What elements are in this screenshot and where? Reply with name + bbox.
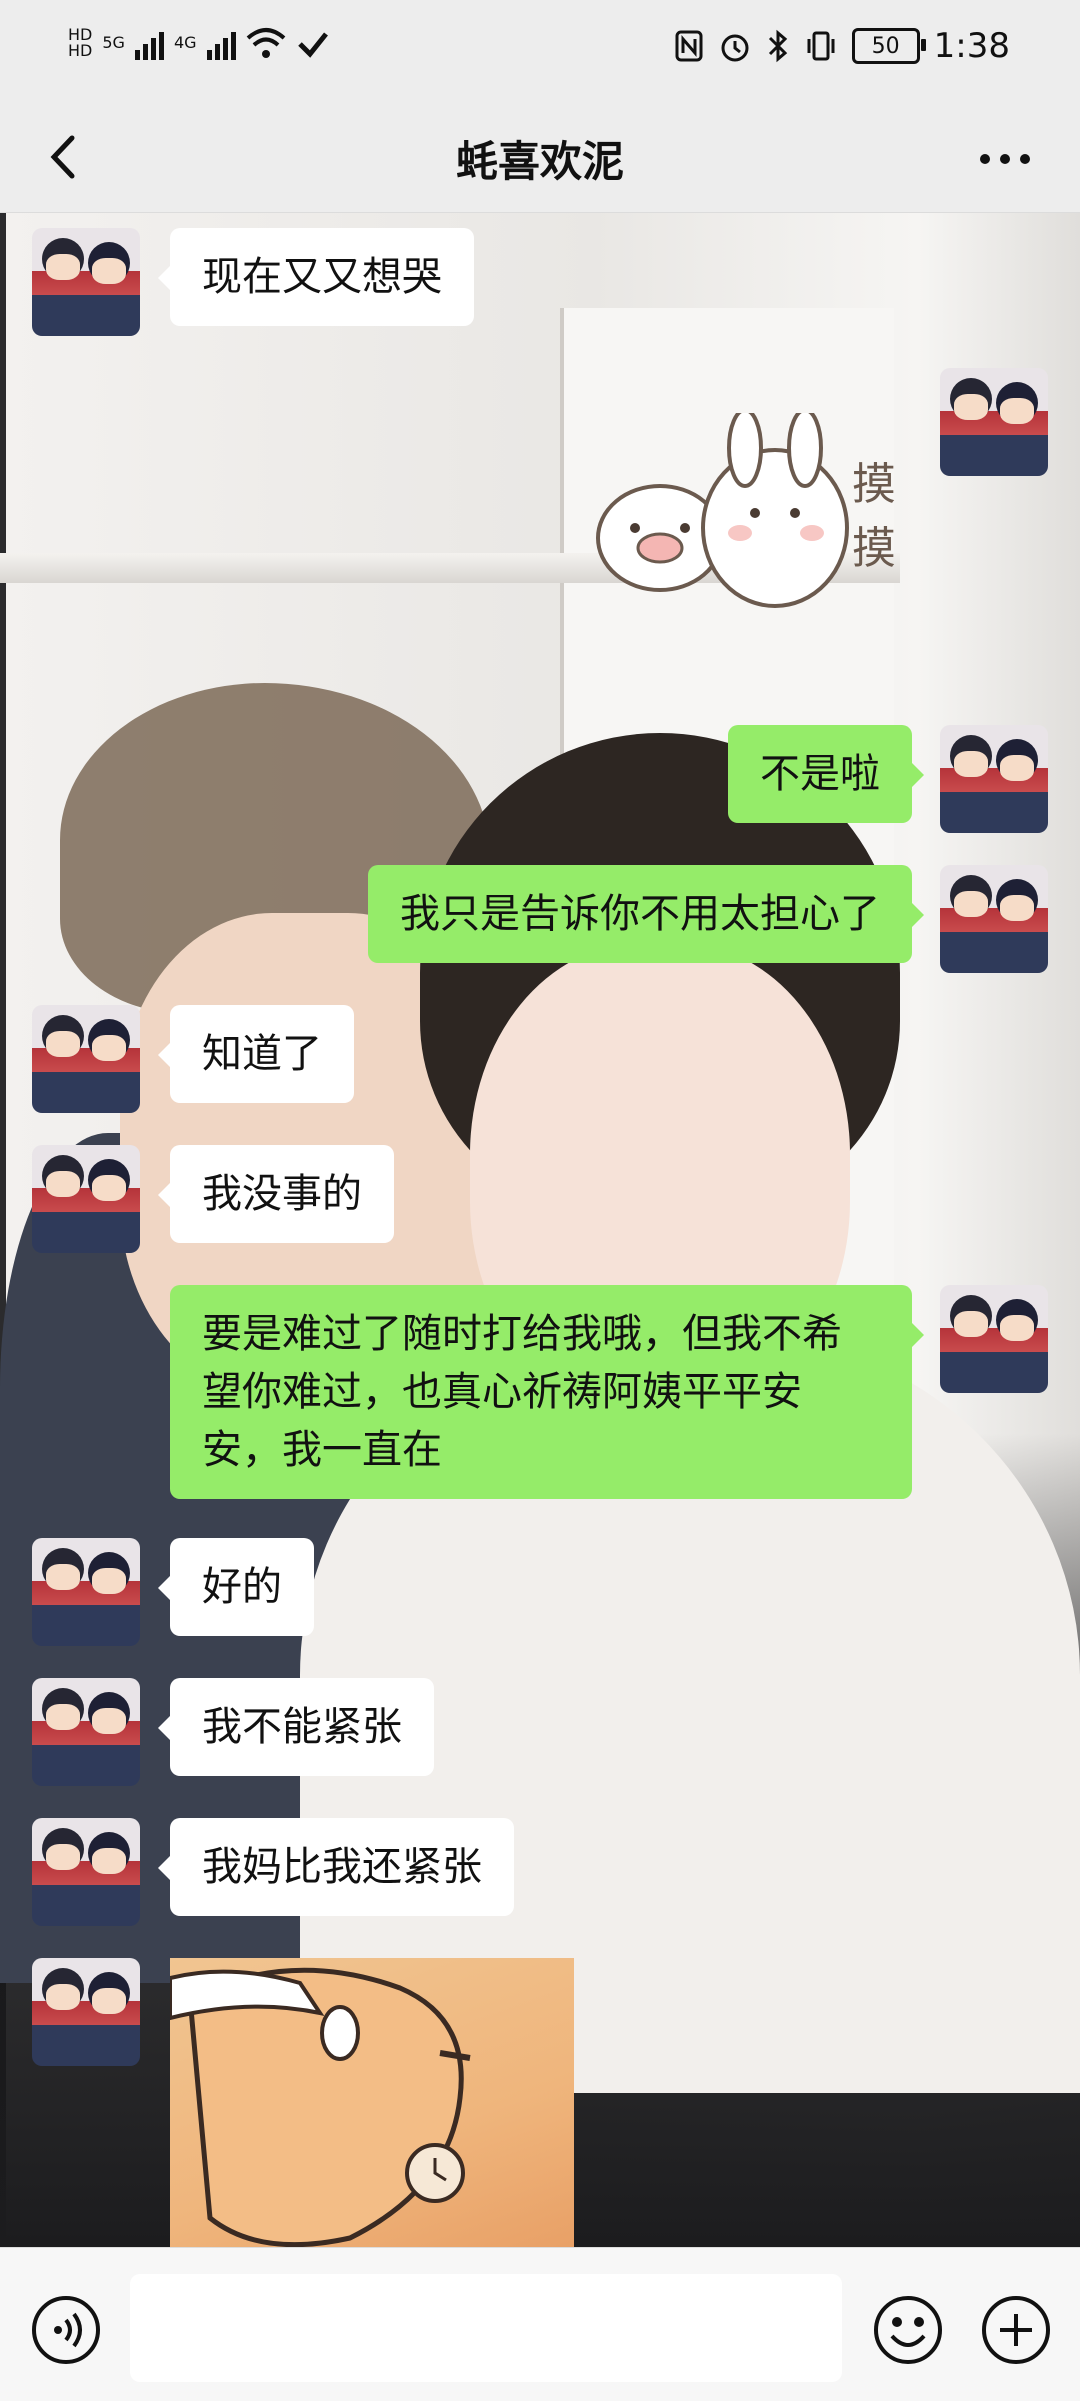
- hd-icon: HD HD: [68, 25, 93, 60]
- vibrate-icon: [807, 31, 835, 61]
- clock: 1:38: [933, 26, 1010, 66]
- network-4g: 4G: [173, 33, 197, 52]
- message-bubble-incoming[interactable]: 知道了: [158, 1005, 354, 1103]
- bluetooth-icon: [768, 29, 787, 63]
- status-left: HD HD 5G 4G: [68, 26, 330, 60]
- voice-button[interactable]: [30, 2294, 102, 2366]
- message-bubble-incoming[interactable]: 我不能紧张: [158, 1678, 434, 1776]
- message-input[interactable]: [130, 2274, 842, 2382]
- my-avatar[interactable]: [940, 368, 1048, 476]
- my-avatar[interactable]: [940, 1285, 1048, 1393]
- status-right: 50 1:38: [674, 26, 1010, 66]
- cartoon-image-icon: [170, 1967, 471, 2247]
- signal-icon: [206, 26, 236, 60]
- status-bar: HD HD 5G 4G 50 1:38: [0, 0, 1080, 104]
- contact-avatar[interactable]: [32, 1538, 140, 1646]
- message-bubble-incoming[interactable]: 现在又又想哭: [158, 228, 474, 326]
- message-bubble-outgoing[interactable]: 我只是告诉你不用太担心了: [368, 865, 924, 963]
- wifi-icon: [246, 28, 285, 58]
- voice-icon: [32, 2296, 100, 2364]
- chat-title: 蚝喜欢泥: [455, 137, 624, 186]
- image-message[interactable]: [170, 1958, 574, 2247]
- heart-check-icon: [297, 32, 328, 58]
- more-actions-button[interactable]: [980, 2294, 1052, 2366]
- signal-icon: [134, 26, 164, 60]
- plus-icon: [982, 2296, 1050, 2364]
- message-bubble-incoming[interactable]: 好的: [158, 1538, 314, 1636]
- alarm-icon: [721, 34, 749, 62]
- more-button[interactable]: [970, 134, 1040, 184]
- chat-area[interactable]: 现在又又想哭 摸摸 不是啦 我只是告诉你不用太担心了 知道了 我没事的 要是难过…: [0, 213, 1080, 2247]
- message-bubble-outgoing[interactable]: 要是难过了随时打给我哦，但我不希望你难过，也真心祈祷阿姨平平安安，我一直在: [170, 1285, 924, 1499]
- emoji-icon: [874, 2296, 942, 2364]
- battery-level: 50: [871, 33, 900, 59]
- message-bubble-incoming[interactable]: 我没事的: [158, 1145, 394, 1243]
- emoji-button[interactable]: [872, 2294, 944, 2366]
- sticker-caption: 摸摸: [852, 459, 896, 574]
- my-avatar[interactable]: [940, 865, 1048, 973]
- more-dot: [1000, 154, 1010, 164]
- more-dot: [1020, 154, 1030, 164]
- network-5g: 5G: [102, 33, 125, 52]
- contact-avatar[interactable]: [32, 228, 140, 336]
- contact-avatar[interactable]: [32, 1818, 140, 1926]
- my-avatar[interactable]: [940, 725, 1048, 833]
- message-bubble-incoming[interactable]: 我妈比我还紧张: [158, 1818, 514, 1916]
- input-bar: [0, 2247, 1080, 2401]
- battery-icon: 50: [851, 28, 926, 64]
- contact-avatar[interactable]: [32, 1145, 140, 1253]
- sticker-message[interactable]: 摸摸: [590, 408, 920, 623]
- contact-avatar[interactable]: [32, 1958, 140, 2066]
- contact-avatar[interactable]: [32, 1005, 140, 1113]
- more-dots-icon: [980, 154, 990, 164]
- contact-avatar[interactable]: [32, 1678, 140, 1786]
- chat-header: 蚝喜欢泥: [0, 104, 1080, 213]
- message-bubble-outgoing[interactable]: 不是啦: [728, 725, 924, 823]
- nfc-icon: [675, 30, 703, 62]
